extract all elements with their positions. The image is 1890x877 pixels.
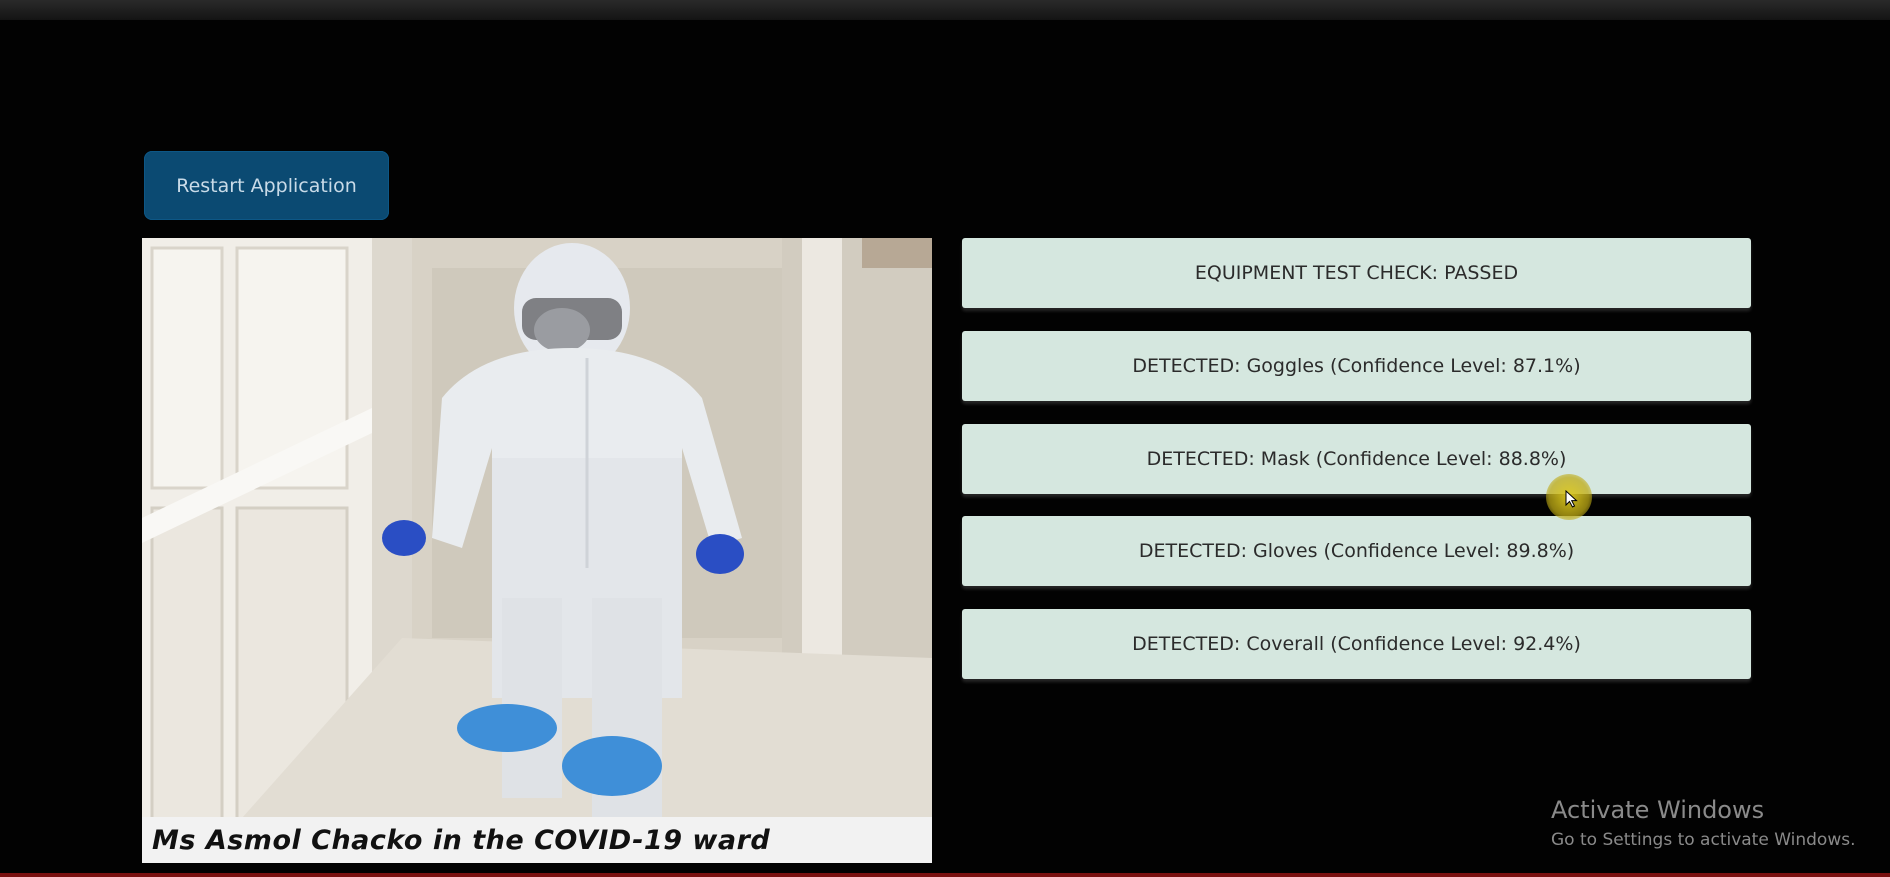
result-box-coverall: DETECTED: Coverall (Confidence Level: 92… — [962, 609, 1751, 679]
bottom-progress-line — [0, 873, 1890, 877]
window-top-bar — [0, 0, 1890, 20]
result-box-mask: DETECTED: Mask (Confidence Level: 88.8%) — [962, 424, 1751, 494]
result-text: DETECTED: Goggles (Confidence Level: 87.… — [1132, 355, 1581, 377]
result-text: EQUIPMENT TEST CHECK: PASSED — [1194, 262, 1519, 284]
watermark-subtitle: Go to Settings to activate Windows. — [1551, 830, 1856, 850]
result-box-overall: EQUIPMENT TEST CHECK: PASSED — [962, 238, 1751, 308]
result-box-goggles: DETECTED: Goggles (Confidence Level: 87.… — [962, 331, 1751, 401]
result-text: DETECTED: Coverall (Confidence Level: 92… — [1132, 633, 1581, 655]
photo-caption: Ms Asmol Chacko in the COVID-19 ward — [142, 817, 932, 863]
result-text: DETECTED: Gloves (Confidence Level: 89.8… — [1138, 540, 1575, 562]
camera-image: Ms Asmol Chacko in the COVID-19 ward — [142, 238, 932, 863]
watermark-title: Activate Windows — [1551, 796, 1765, 824]
ppe-person-photo — [142, 238, 932, 863]
result-text: DETECTED: Mask (Confidence Level: 88.8%) — [1146, 448, 1567, 470]
result-box-gloves: DETECTED: Gloves (Confidence Level: 89.8… — [962, 516, 1751, 586]
activate-windows-watermark: Activate Windows Go to Settings to activ… — [1551, 796, 1856, 850]
restart-application-label: Restart Application — [176, 174, 357, 197]
restart-application-button[interactable]: Restart Application — [144, 151, 389, 220]
mouse-pointer-icon — [1565, 490, 1578, 508]
